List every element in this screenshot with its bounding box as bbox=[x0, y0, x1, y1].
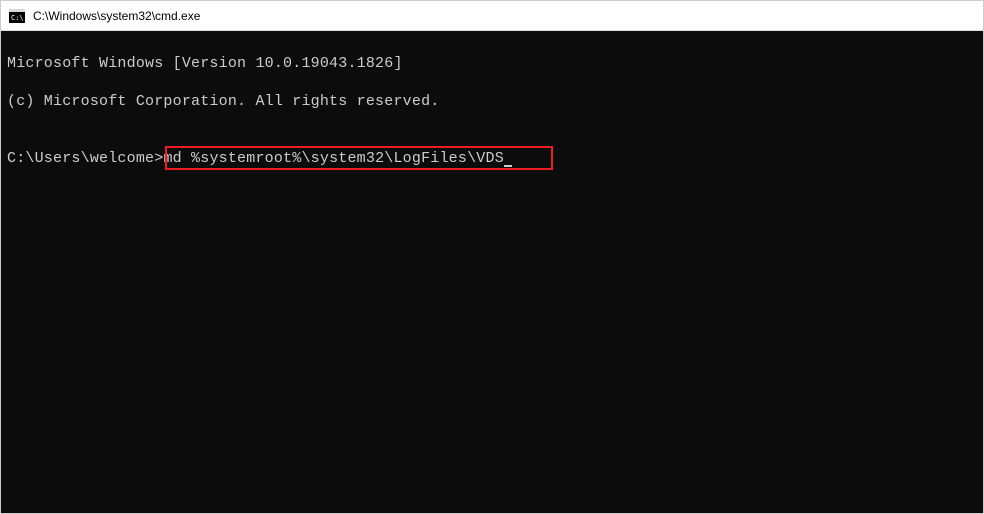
window-title: C:\Windows\system32\cmd.exe bbox=[33, 9, 200, 23]
terminal-line-version: Microsoft Windows [Version 10.0.19043.18… bbox=[7, 54, 977, 73]
terminal-line-copyright: (c) Microsoft Corporation. All rights re… bbox=[7, 92, 977, 111]
terminal-output[interactable]: Microsoft Windows [Version 10.0.19043.18… bbox=[1, 31, 983, 513]
terminal-command-input[interactable]: md %systemroot%\system32\LogFiles\VDS bbox=[163, 150, 503, 167]
cmd-window: C:\ C:\Windows\system32\cmd.exe Microsof… bbox=[0, 0, 984, 514]
terminal-cursor bbox=[504, 165, 512, 167]
terminal-prompt-line: C:\Users\welcome>md %systemroot%\system3… bbox=[7, 149, 512, 168]
terminal-prompt: C:\Users\welcome> bbox=[7, 150, 163, 167]
svg-text:C:\: C:\ bbox=[11, 14, 24, 22]
cmd-icon: C:\ bbox=[9, 9, 25, 23]
titlebar[interactable]: C:\ C:\Windows\system32\cmd.exe bbox=[1, 1, 983, 31]
